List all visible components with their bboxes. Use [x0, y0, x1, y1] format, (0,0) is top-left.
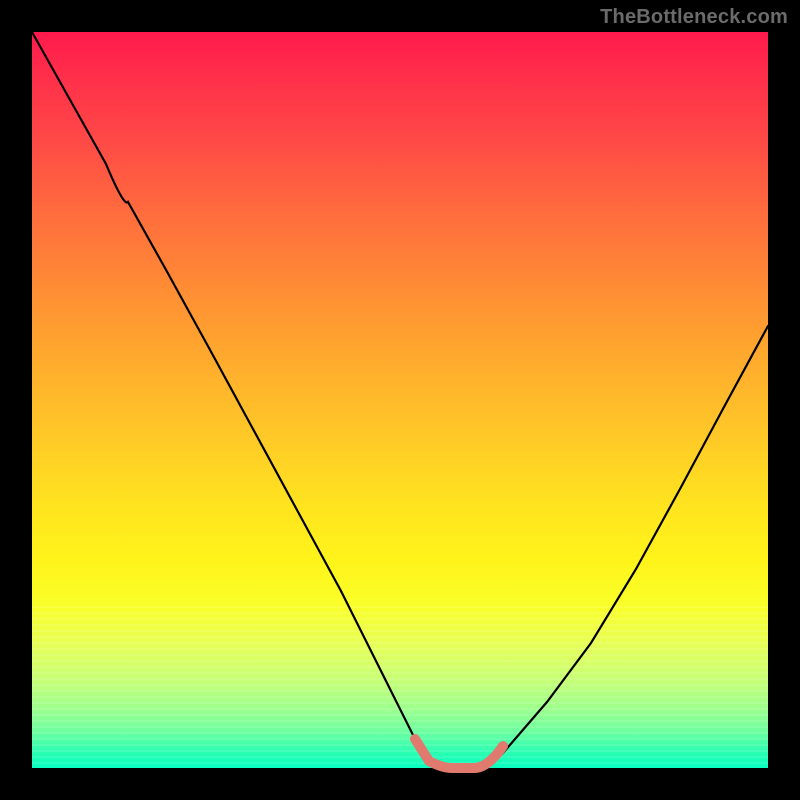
plot-area [32, 32, 768, 768]
watermark-text: TheBottleneck.com [600, 6, 788, 29]
bottleneck-curve [32, 32, 768, 768]
curve-layer [32, 32, 768, 768]
chart-frame: TheBottleneck.com [0, 0, 800, 800]
optimal-zone-highlight [415, 739, 503, 768]
